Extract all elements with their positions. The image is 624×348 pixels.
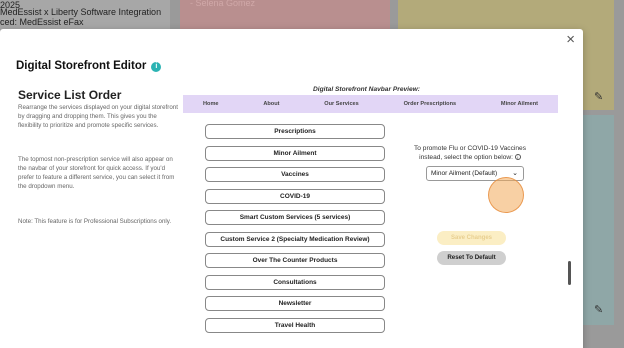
background-card-line: ced: MedEssist eFax <box>0 17 84 27</box>
info-icon[interactable]: i <box>151 62 162 72</box>
modal-scrollbar[interactable] <box>568 261 571 285</box>
featured-service-select[interactable]: Minor Ailment (Default) ⌄ <box>426 166 524 181</box>
nav-item-about: About <box>263 101 280 107</box>
service-item-custom-service-2[interactable]: Custom Service 2 (Specialty Medication R… <box>205 232 385 247</box>
service-list-heading: Service List Order <box>18 88 122 102</box>
service-item-smart-custom-services[interactable]: Smart Custom Services (5 services) <box>205 210 385 225</box>
save-changes-button[interactable]: Save Changes <box>437 231 506 245</box>
cursor-highlight <box>488 177 524 213</box>
close-button[interactable]: × <box>566 31 575 48</box>
modal-title: Digital Storefront Editor i <box>16 60 162 72</box>
service-list-navbar-note: The topmost non-prescription service wil… <box>18 156 175 190</box>
select-value: Minor Ailment (Default) <box>431 170 498 177</box>
service-item-consultations[interactable]: Consultations <box>205 275 385 290</box>
navbar-preview-title: Digital Storefront Navbar Preview: <box>313 86 420 93</box>
nav-item-minor-ailment: Minor Ailment <box>500 101 538 107</box>
service-item-prescriptions[interactable]: Prescriptions <box>205 124 385 139</box>
background-card-text: - Selena Gomez <box>190 0 256 8</box>
nav-item-our-services: Our Services <box>324 101 359 107</box>
service-item-travel-health[interactable]: Travel Health <box>205 318 385 333</box>
pencil-icon: ✎ <box>594 304 604 316</box>
navbar-preview: Home About Our Services Order Prescripti… <box>183 95 558 113</box>
service-item-covid-19[interactable]: COVID-19 <box>205 189 385 204</box>
pencil-icon: ✎ <box>594 91 604 103</box>
service-item-vaccines[interactable]: Vaccines <box>205 167 385 182</box>
service-item-newsletter[interactable]: Newsletter <box>205 296 385 311</box>
info-icon[interactable]: i <box>514 154 521 160</box>
digital-storefront-editor-modal: × Digital Storefront Editor i Service Lis… <box>0 29 583 348</box>
chevron-down-icon: ⌄ <box>512 170 518 177</box>
promo-instructions: To promote Flu or COVID-19 Vaccines inst… <box>405 144 535 162</box>
modal-title-text: Digital Storefront Editor <box>16 60 147 72</box>
reset-to-default-button[interactable]: Reset To Default <box>437 251 506 265</box>
promo-text: To promote Flu or COVID-19 Vaccines inst… <box>413 145 526 161</box>
service-item-otc-products[interactable]: Over The Counter Products <box>205 253 385 268</box>
nav-item-home: Home <box>203 101 219 107</box>
service-list-description: Rearrange the services displayed on your… <box>18 104 178 129</box>
professional-note: Note: This feature is for Professional S… <box>18 218 172 225</box>
service-item-minor-ailment[interactable]: Minor Ailment <box>205 146 385 161</box>
nav-item-order-prescriptions: Order Prescriptions <box>403 101 457 107</box>
